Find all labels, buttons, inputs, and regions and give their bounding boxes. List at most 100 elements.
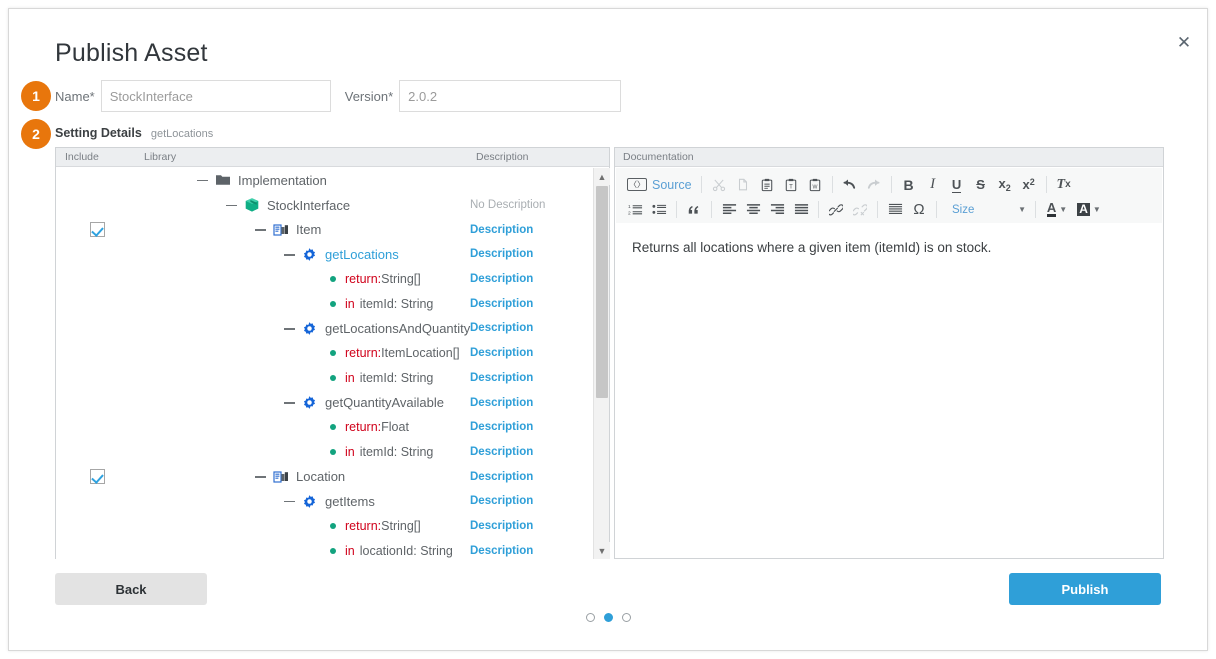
paste-as-text-button[interactable]: T <box>780 174 802 196</box>
paste-button[interactable] <box>756 174 778 196</box>
link-button[interactable] <box>825 199 847 221</box>
collapse-toggle-icon[interactable] <box>283 396 296 409</box>
description-cell: Description <box>470 366 533 391</box>
include-checkbox[interactable] <box>90 469 105 484</box>
tree-row[interactable]: StockInterfaceNo Description <box>56 193 594 218</box>
description-link[interactable]: Description <box>470 224 533 236</box>
description-link[interactable]: Description <box>470 322 533 334</box>
no-description-label: No Description <box>470 199 545 211</box>
special-char-button[interactable]: Ω <box>908 199 930 221</box>
tree-row[interactable]: Implementation <box>56 168 594 193</box>
scrollbar-thumb[interactable] <box>596 186 608 398</box>
toolbar-separator <box>936 201 937 218</box>
page-title: Publish Asset <box>55 39 208 68</box>
description-cell: Description <box>470 267 533 292</box>
tree-row[interactable]: LocationDescription <box>56 464 594 489</box>
tree-scrollbar[interactable]: ▲ ▼ <box>593 168 609 559</box>
tree-node-label: getLocationsAndQuantity <box>325 321 470 336</box>
column-header-include: Include <box>65 151 99 163</box>
description-link[interactable]: Description <box>470 545 533 557</box>
collapse-toggle-icon[interactable] <box>254 223 267 236</box>
tree-row[interactable]: inlocationId: StringDescription <box>56 538 594 559</box>
remove-format-button[interactable]: Tx <box>1053 174 1075 196</box>
tree-body[interactable]: ImplementationStockInterfaceNo Descripti… <box>56 168 594 559</box>
include-checkbox[interactable] <box>90 222 105 237</box>
gear-icon <box>301 320 318 337</box>
italic-button[interactable]: I <box>922 174 944 196</box>
tree-row[interactable]: initemId: StringDescription <box>56 440 594 465</box>
documentation-editor-area[interactable]: Returns all locations where a given item… <box>616 223 1162 557</box>
description-link[interactable]: Description <box>470 273 533 285</box>
collapse-toggle-icon[interactable] <box>254 470 267 483</box>
source-button[interactable]: 〈〉Source <box>624 174 695 196</box>
undo-button[interactable] <box>839 174 861 196</box>
description-link[interactable]: Description <box>470 421 533 433</box>
align-right-button[interactable] <box>766 199 788 221</box>
description-link[interactable]: Description <box>470 347 533 359</box>
numbered-list-button[interactable]: 12 <box>624 199 646 221</box>
close-icon[interactable]: ✕ <box>1171 29 1197 55</box>
tree-node-label[interactable]: getLocations <box>325 247 399 262</box>
description-link[interactable]: Description <box>470 446 533 458</box>
interface-icon <box>272 468 289 485</box>
chevron-down-icon: ▼ <box>1093 205 1101 214</box>
tree-row[interactable]: ItemDescription <box>56 217 594 242</box>
step-dot-2[interactable] <box>604 613 613 622</box>
collapse-toggle-icon[interactable] <box>196 174 209 187</box>
description-link[interactable]: Description <box>470 495 533 507</box>
tree-row[interactable]: return: String[]Description <box>56 267 594 292</box>
collapse-toggle-icon[interactable] <box>283 322 296 335</box>
return-keyword: return: <box>345 346 381 360</box>
chevron-up-icon[interactable]: ▲ <box>594 168 610 185</box>
align-left-button[interactable] <box>718 199 740 221</box>
tree-row[interactable]: return: FloatDescription <box>56 415 594 440</box>
description-link[interactable]: Description <box>470 471 533 483</box>
toolbar-separator <box>676 201 677 218</box>
tree-row[interactable]: getQuantityAvailableDescription <box>56 390 594 415</box>
underline-button[interactable]: U <box>946 174 968 196</box>
tree-row[interactable]: getItemsDescription <box>56 489 594 514</box>
tree-row[interactable]: getLocationsAndQuantityDescription <box>56 316 594 341</box>
toolbar-separator <box>891 176 892 193</box>
tree-row[interactable]: return: String[]Description <box>56 514 594 539</box>
tree-row[interactable]: return: ItemLocation[]Description <box>56 341 594 366</box>
text-color-button[interactable]: A ▼ <box>1042 199 1072 221</box>
blockquote-button[interactable] <box>683 199 705 221</box>
indent-button[interactable] <box>884 199 906 221</box>
collapse-toggle-icon[interactable] <box>283 248 296 261</box>
superscript-button[interactable]: x2 <box>1018 174 1040 196</box>
description-cell: Description <box>470 489 533 514</box>
column-header-description: Description <box>476 151 529 163</box>
strikethrough-button[interactable]: S <box>970 174 992 196</box>
step-indicator <box>9 613 1207 622</box>
publish-button[interactable]: Publish <box>1009 573 1161 605</box>
description-link[interactable]: Description <box>470 520 533 532</box>
description-link[interactable]: Description <box>470 397 533 409</box>
chevron-down-icon[interactable]: ▼ <box>594 542 610 559</box>
background-color-button[interactable]: A ▼ <box>1074 199 1104 221</box>
bold-button[interactable]: B <box>898 174 920 196</box>
step-dot-3[interactable] <box>622 613 631 622</box>
name-label: Name* <box>55 89 95 104</box>
collapse-toggle-icon[interactable] <box>283 495 296 508</box>
paste-from-word-button[interactable]: W <box>804 174 826 196</box>
subscript-button[interactable]: x2 <box>994 174 1016 196</box>
align-justify-button[interactable] <box>790 199 812 221</box>
align-center-button[interactable] <box>742 199 764 221</box>
back-button[interactable]: Back <box>55 573 207 605</box>
name-input[interactable] <box>101 80 331 112</box>
font-size-select[interactable]: Size ▼ <box>946 199 1030 221</box>
collapse-toggle-icon[interactable] <box>225 199 238 212</box>
signature-type: itemId: String <box>360 371 434 385</box>
tree-row[interactable]: getLocations Description <box>56 242 594 267</box>
step-dot-1[interactable] <box>586 613 595 622</box>
return-keyword: return: <box>345 272 381 286</box>
version-input[interactable] <box>399 80 621 112</box>
description-link[interactable]: Description <box>470 248 533 260</box>
bulleted-list-button[interactable] <box>648 199 670 221</box>
svg-text:T: T <box>789 183 793 190</box>
tree-row[interactable]: initemId: StringDescription <box>56 291 594 316</box>
description-link[interactable]: Description <box>470 372 533 384</box>
description-link[interactable]: Description <box>470 298 533 310</box>
tree-row[interactable]: initemId: StringDescription <box>56 366 594 391</box>
